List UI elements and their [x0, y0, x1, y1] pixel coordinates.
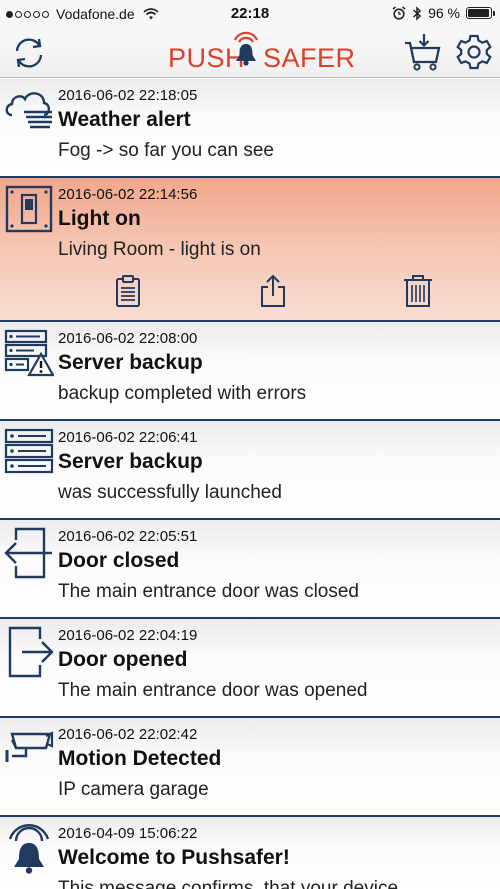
- weather-alert-icon: [4, 85, 54, 135]
- message-item[interactable]: 2016-04-09 15:06:22 Welcome to Pushsafer…: [0, 817, 500, 889]
- battery-icon: [466, 7, 495, 19]
- message-title: Weather alert: [58, 108, 191, 131]
- ip-camera-icon: [4, 724, 54, 774]
- pushsafer-bell-icon: [4, 823, 54, 874]
- status-bar: Vodafone.de 22:18 96 %: [0, 0, 500, 28]
- status-right: 96 %: [392, 5, 495, 21]
- message-body: IP camera garage: [58, 779, 209, 800]
- message-body: was successfully launched: [58, 482, 282, 503]
- battery-percent: 96 %: [428, 5, 460, 21]
- battery-fill: [468, 9, 490, 17]
- message-time: 2016-04-09 15:06:22: [58, 825, 198, 842]
- message-time: 2016-06-02 22:18:05: [58, 87, 198, 104]
- message-time: 2016-06-02 22:04:19: [58, 627, 198, 644]
- server-icon: [4, 427, 54, 477]
- message-title: Door opened: [58, 648, 188, 671]
- share-icon[interactable]: [257, 274, 289, 308]
- bluetooth-icon: [412, 5, 422, 21]
- message-item[interactable]: 2016-06-02 22:02:42 Motion Detected IP c…: [0, 718, 500, 817]
- gear-icon[interactable]: [455, 33, 493, 71]
- trash-icon[interactable]: [402, 274, 434, 308]
- message-body: The main entrance door was opened: [58, 680, 368, 701]
- message-title: Light on: [58, 207, 141, 230]
- message-body: This message confirms, that your device: [58, 878, 399, 889]
- message-title: Server backup: [58, 351, 203, 374]
- nav-bar: PUSH SAFER: [0, 28, 500, 78]
- message-time: 2016-06-02 22:14:56: [58, 186, 198, 203]
- message-body: backup completed with errors: [58, 383, 307, 404]
- message-title: Welcome to Pushsafer!: [58, 846, 290, 869]
- message-time: 2016-06-02 22:05:51: [58, 528, 198, 545]
- message-time: 2016-06-02 22:06:41: [58, 429, 198, 446]
- logo-bell-icon: [230, 28, 262, 70]
- message-item[interactable]: 2016-06-02 22:18:05 Weather alert Fog ->…: [0, 79, 500, 178]
- message-actions: [0, 274, 500, 310]
- light-switch-icon: [4, 184, 54, 234]
- logo-text-safer: SAFER: [263, 43, 356, 73]
- alarm-icon: [392, 6, 406, 20]
- message-title: Door closed: [58, 549, 180, 572]
- message-item-selected[interactable]: 2016-06-02 22:14:56 Light on Living Room…: [0, 178, 500, 322]
- message-item[interactable]: 2016-06-02 22:04:19 Door opened The main…: [0, 619, 500, 718]
- message-body: The main entrance door was closed: [58, 581, 359, 602]
- message-time: 2016-06-02 22:02:42: [58, 726, 198, 743]
- clipboard-icon[interactable]: [112, 274, 144, 308]
- message-item[interactable]: 2016-06-02 22:05:51 Door closed The main…: [0, 520, 500, 619]
- pushsafer-logo: PUSH SAFER: [168, 28, 355, 76]
- cart-download-icon[interactable]: [404, 32, 444, 72]
- message-time: 2016-06-02 22:08:00: [58, 330, 198, 347]
- message-item[interactable]: 2016-06-02 22:06:41 Server backup was su…: [0, 421, 500, 520]
- message-item[interactable]: 2016-06-02 22:08:00 Server backup backup…: [0, 322, 500, 421]
- message-body: Living Room - light is on: [58, 239, 261, 260]
- door-closed-icon: [4, 526, 54, 579]
- refresh-icon[interactable]: [10, 34, 48, 72]
- door-opened-icon: [4, 625, 54, 678]
- message-title: Motion Detected: [58, 747, 222, 770]
- message-body: Fog -> so far you can see: [58, 140, 274, 161]
- message-title: Server backup: [58, 450, 203, 473]
- server-warning-icon: [4, 328, 54, 378]
